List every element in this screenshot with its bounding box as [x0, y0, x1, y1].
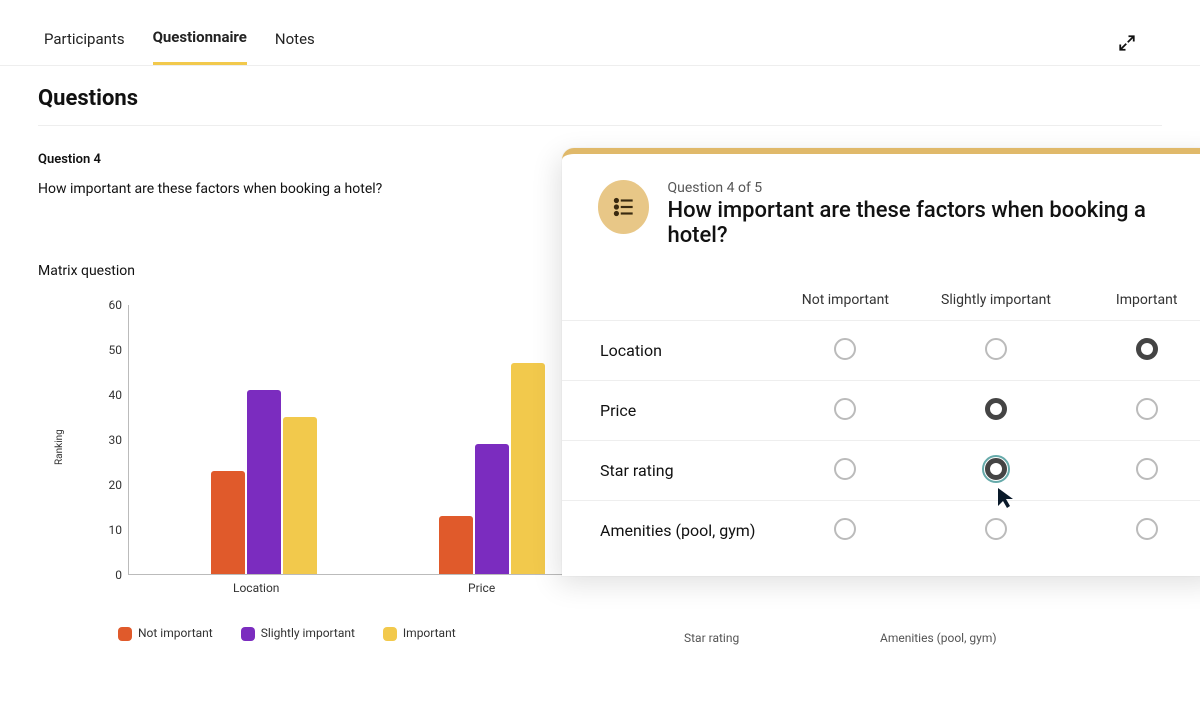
- tab-questionnaire[interactable]: Questionnaire: [153, 22, 247, 65]
- matrix-radio[interactable]: [985, 458, 1007, 480]
- chart-y-tick: 10: [82, 523, 122, 537]
- matrix-row-label: Location: [600, 341, 770, 360]
- chart-y-tick: 40: [82, 388, 122, 402]
- matrix-table: Not importantSlightly importantImportant…: [562, 280, 1200, 560]
- chart-y-tick: 20: [82, 478, 122, 492]
- matrix-column-header: Not important: [770, 292, 921, 308]
- chart-y-tick: 50: [82, 343, 122, 357]
- matrix-radio[interactable]: [985, 338, 1007, 360]
- matrix-radio[interactable]: [985, 518, 1007, 540]
- overlay-question-text: How important are these factors when boo…: [667, 198, 1186, 248]
- chart-bar: [283, 417, 317, 575]
- chart-category-peek: Star rating: [684, 631, 739, 645]
- cursor-icon: [996, 486, 1016, 510]
- matrix-radio[interactable]: [1136, 458, 1158, 480]
- matrix-radio[interactable]: [1136, 338, 1158, 360]
- chart-bar: [511, 363, 545, 575]
- chart-category-peek: Amenities (pool, gym): [880, 631, 997, 645]
- matrix-radio[interactable]: [834, 338, 856, 360]
- matrix-radio[interactable]: [834, 518, 856, 540]
- matrix-question-icon: [598, 180, 649, 234]
- matrix-radio[interactable]: [834, 458, 856, 480]
- survey-overlay: Question 4 of 5 How important are these …: [562, 148, 1200, 576]
- legend-item: Important: [383, 626, 456, 641]
- chart-x-label: Location: [233, 581, 279, 595]
- matrix-radio[interactable]: [834, 398, 856, 420]
- matrix-row: Star rating: [562, 440, 1200, 500]
- legend-item: Not important: [118, 626, 213, 641]
- chart-y-tick: 30: [82, 433, 122, 447]
- chart-x-label: Price: [468, 581, 495, 595]
- tab-notes[interactable]: Notes: [275, 24, 315, 64]
- matrix-radio[interactable]: [1136, 518, 1158, 540]
- tabs-bar: Participants Questionnaire Notes: [0, 0, 1200, 66]
- legend-item: Slightly important: [241, 626, 355, 641]
- chart-legend: Not important Slightly important Important: [118, 626, 456, 641]
- matrix-radio[interactable]: [1136, 398, 1158, 420]
- matrix-row: Location: [562, 320, 1200, 380]
- chart-y-axis-label: Ranking: [54, 429, 65, 465]
- matrix-row-label: Amenities (pool, gym): [600, 521, 770, 540]
- matrix-row: Price: [562, 380, 1200, 440]
- matrix-row: Amenities (pool, gym): [562, 500, 1200, 560]
- chart-y-tick: 60: [82, 298, 122, 312]
- chart-bar: [475, 444, 509, 575]
- matrix-radio[interactable]: [985, 398, 1007, 420]
- chart-y-tick: 0: [82, 568, 122, 582]
- fullscreen-icon[interactable]: [1118, 34, 1136, 56]
- tab-participants[interactable]: Participants: [44, 24, 125, 64]
- matrix-column-header: Important: [1071, 292, 1200, 308]
- chart-bar: [211, 471, 245, 575]
- chart-bar: [439, 516, 473, 575]
- matrix-column-header: Slightly important: [921, 292, 1072, 308]
- section-title: Questions: [38, 86, 1162, 126]
- chart-bar: [247, 390, 281, 575]
- matrix-row-label: Star rating: [600, 461, 770, 480]
- matrix-row-label: Price: [600, 401, 770, 420]
- overlay-progress: Question 4 of 5: [667, 180, 1186, 196]
